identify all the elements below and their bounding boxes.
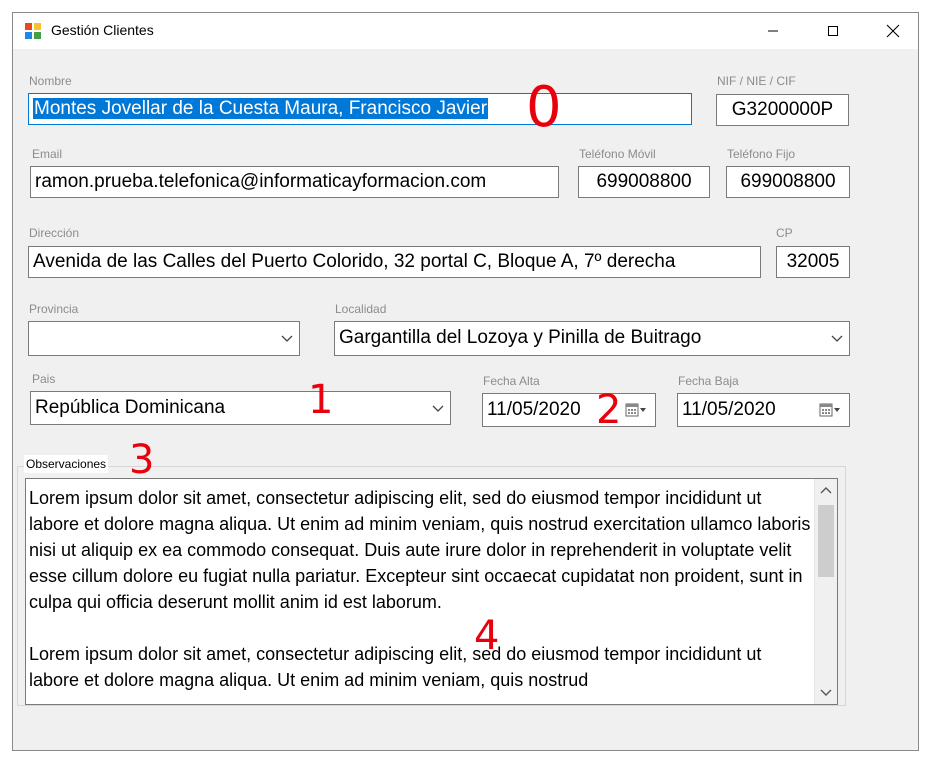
nif-label: NIF / NIE / CIF: [717, 74, 796, 88]
pais-label: Pais: [32, 372, 56, 386]
maximize-button[interactable]: [810, 13, 856, 49]
localidad-label: Localidad: [335, 302, 387, 316]
annotation-2: 2: [596, 387, 622, 433]
fecha-alta-label: Fecha Alta: [483, 374, 540, 388]
calendar-dropdown-icon[interactable]: [625, 403, 647, 417]
provincia-combobox[interactable]: [28, 321, 300, 356]
fecha-baja-datepicker[interactable]: 11/05/2020: [677, 393, 850, 427]
scroll-down-icon[interactable]: [820, 689, 832, 697]
window-title: Gestión Clientes: [51, 22, 154, 38]
telefono-fijo-label: Teléfono Fijo: [727, 147, 796, 161]
pais-value: República Dominicana: [35, 397, 226, 418]
observaciones-text: Lorem ipsum dolor sit amet, consectetur …: [29, 488, 811, 690]
annotation-3: 3: [129, 437, 155, 483]
close-icon: [886, 24, 900, 38]
minimize-button[interactable]: [750, 13, 796, 49]
nif-input[interactable]: G3200000P: [716, 94, 849, 126]
chevron-down-icon: [432, 405, 444, 412]
nombre-value: Montes Jovellar de la Cuesta Maura, Fran…: [33, 98, 489, 119]
fecha-alta-value: 11/05/2020: [487, 399, 581, 420]
email-label: Email: [32, 147, 63, 161]
annotation-0: 0: [526, 75, 562, 140]
email-input[interactable]: ramon.prueba.telefonica@informaticayform…: [30, 166, 559, 198]
cp-input[interactable]: 32005: [776, 246, 850, 278]
chevron-down-icon: [831, 335, 843, 342]
chevron-down-icon: [281, 335, 293, 342]
minimize-icon: [768, 30, 778, 32]
observaciones-label: Observaciones: [24, 455, 109, 473]
nombre-label: Nombre: [29, 74, 72, 88]
telefono-movil-input[interactable]: 699008800: [578, 166, 710, 198]
close-button[interactable]: [870, 13, 916, 49]
direccion-input[interactable]: Avenida de las Calles del Puerto Colorid…: [28, 246, 761, 278]
scroll-up-icon[interactable]: [820, 486, 832, 494]
calendar-dropdown-icon[interactable]: [819, 403, 841, 417]
fecha-baja-value: 11/05/2020: [682, 399, 776, 420]
maximize-icon: [828, 26, 838, 36]
annotation-4: 4: [474, 613, 500, 659]
localidad-combobox[interactable]: Gargantilla del Lozoya y Pinilla de Buit…: [334, 321, 850, 356]
annotation-1: 1: [308, 377, 334, 423]
telefono-fijo-input[interactable]: 699008800: [726, 166, 850, 198]
fecha-baja-label: Fecha Baja: [678, 374, 739, 388]
fecha-alta-datepicker[interactable]: 11/05/2020: [482, 393, 656, 427]
scrollbar-thumb[interactable]: [818, 505, 834, 577]
provincia-label: Provincia: [29, 302, 79, 316]
observaciones-textarea[interactable]: Lorem ipsum dolor sit amet, consectetur …: [25, 478, 838, 705]
pais-combobox[interactable]: República Dominicana: [30, 391, 451, 425]
title-bar[interactable]: Gestión Clientes: [13, 13, 918, 49]
telefono-movil-label: Teléfono Móvil: [579, 147, 656, 161]
app-form-icon: [25, 23, 41, 39]
cp-label: CP: [776, 226, 793, 240]
vertical-scrollbar[interactable]: [814, 479, 837, 704]
nombre-input[interactable]: Montes Jovellar de la Cuesta Maura, Fran…: [28, 93, 692, 125]
localidad-value: Gargantilla del Lozoya y Pinilla de Buit…: [339, 327, 702, 348]
direccion-label: Dirección: [29, 226, 80, 240]
